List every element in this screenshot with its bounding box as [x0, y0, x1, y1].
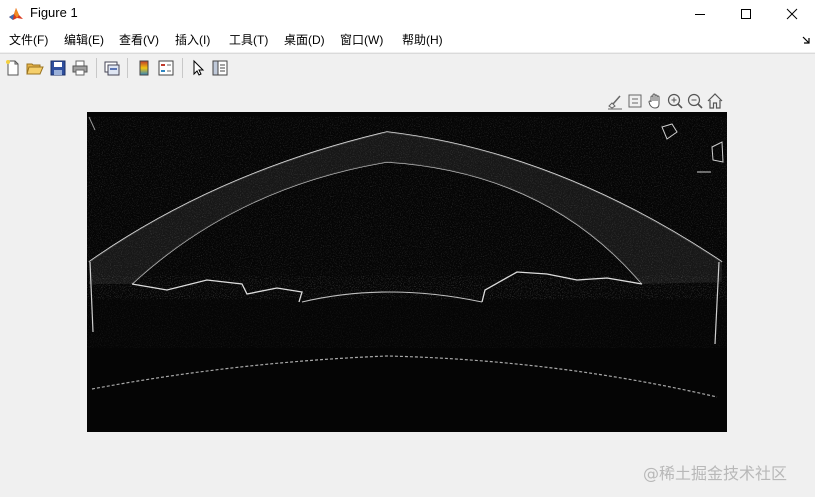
legend-icon[interactable]	[157, 59, 175, 77]
property-inspector-icon[interactable]	[211, 59, 229, 77]
brush-icon[interactable]	[606, 92, 624, 110]
menu-bar: 文件(F) 编辑(E) 查看(V) 插入(I) 工具(T) 桌面(D) 窗口(W…	[0, 28, 815, 52]
menu-help[interactable]: 帮助(H)	[402, 33, 443, 47]
figure-toolbar	[0, 53, 815, 83]
matlab-icon	[8, 6, 24, 22]
close-icon	[786, 8, 798, 20]
minimize-button[interactable]	[677, 0, 723, 28]
edge-detected-image[interactable]	[87, 112, 727, 432]
maximize-button[interactable]	[723, 0, 769, 28]
toolbar-separator	[182, 58, 183, 78]
window-title: Figure 1	[30, 5, 78, 20]
new-figure-icon[interactable]	[4, 59, 22, 77]
menu-file[interactable]: 文件(F)	[9, 33, 48, 47]
minimize-icon	[695, 14, 705, 15]
dock-arrow-icon[interactable]	[800, 34, 812, 46]
open-file-icon[interactable]	[26, 59, 44, 77]
home-icon[interactable]	[706, 92, 724, 110]
link-plot-icon[interactable]	[103, 59, 121, 77]
menu-insert[interactable]: 插入(I)	[175, 33, 210, 47]
zoom-in-icon[interactable]	[666, 92, 684, 110]
figure-window: Figure 1 文件(F) 编辑(E) 查看(V) 插入(I) 工具(T) 桌…	[0, 0, 815, 497]
close-button[interactable]	[769, 0, 815, 28]
maximize-icon	[741, 9, 751, 19]
toolbar-separator	[96, 58, 97, 78]
watermark: @稀土掘金技术社区	[643, 464, 788, 483]
title-bar[interactable]: Figure 1	[0, 0, 815, 28]
zoom-out-icon[interactable]	[686, 92, 704, 110]
save-icon[interactable]	[49, 59, 67, 77]
menu-window[interactable]: 窗口(W)	[340, 33, 383, 47]
colorbar-icon[interactable]	[135, 59, 153, 77]
menu-desktop[interactable]: 桌面(D)	[284, 33, 325, 47]
menu-edit[interactable]: 编辑(E)	[64, 33, 104, 47]
toolbar-separator	[127, 58, 128, 78]
data-tips-icon[interactable]	[626, 92, 644, 110]
menu-tools[interactable]: 工具(T)	[229, 33, 268, 47]
print-icon[interactable]	[71, 59, 89, 77]
pan-icon[interactable]	[646, 92, 664, 110]
menu-view[interactable]: 查看(V)	[119, 33, 159, 47]
edit-plot-icon[interactable]	[189, 59, 207, 77]
